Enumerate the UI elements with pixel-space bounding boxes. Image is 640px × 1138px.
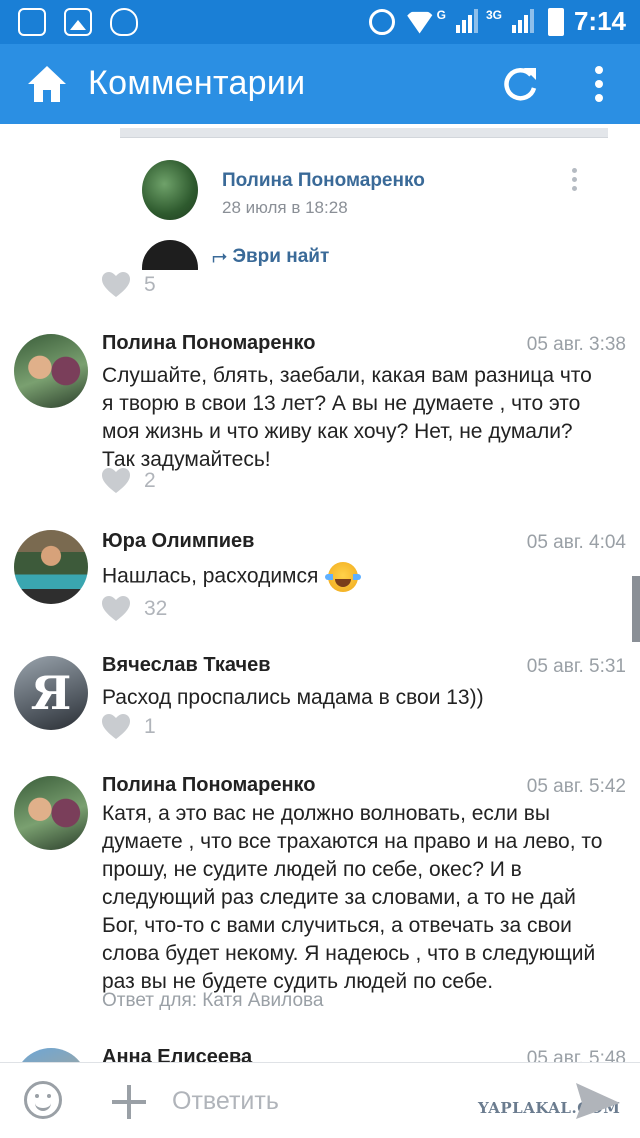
heart-icon [102, 596, 130, 621]
signal-1-icon [455, 8, 482, 35]
wifi-icon [404, 11, 435, 34]
shared-post-preview[interactable]: Полина Пономаренко 28 июля в 18:28 ⮣ Эвр… [120, 124, 608, 270]
avatar[interactable] [14, 334, 88, 408]
like-button[interactable]: 32 [102, 596, 167, 622]
comment-text-line: Бог, что-то с вами случиться, а отвечать… [102, 914, 572, 937]
comment-text-line: Нашлась, расходимся [102, 564, 319, 588]
heart-icon [102, 272, 130, 297]
post-date: 28 июля в 18:28 [222, 198, 348, 217]
comment-text: Катя, а это вас не должно волновать, есл… [102, 800, 626, 996]
network-type-1: G [436, 7, 446, 22]
refresh-icon[interactable] [500, 64, 540, 104]
comment-text: Расход проспались мадама в свои 13)) [102, 686, 484, 709]
smile-icon[interactable] [24, 1081, 62, 1119]
repost-icon: ⮣ [212, 246, 233, 267]
post-more-icon[interactable] [572, 168, 578, 194]
comment-composer: YAPLAKAL.COM [0, 1062, 640, 1138]
reply-to-label[interactable]: Ответ для: Катя Авилова [102, 990, 323, 1012]
comment-text: Нашлась, расходимся [102, 562, 626, 592]
status-bar-indicators: G 3G 7:14 [368, 6, 626, 37]
comment-text-line: слова будет некому. Я надеюсь , что в сл… [102, 942, 596, 965]
post-author[interactable]: Полина Пономаренко [222, 170, 425, 192]
like-button[interactable]: 2 [102, 468, 156, 494]
heart-icon [102, 468, 130, 493]
like-count: 5 [144, 273, 156, 296]
reply-input[interactable] [172, 1083, 452, 1119]
avatar[interactable] [142, 240, 198, 270]
comment-date: 05 авг. 5:42 [526, 776, 626, 797]
comment-text-line: следующий раз следите за словами, а то н… [102, 886, 576, 909]
battery-icon [547, 7, 564, 36]
comment-author[interactable]: Полина Пономаренко [102, 774, 316, 797]
shield-notification-icon [110, 8, 138, 36]
tears-of-joy-emoji-icon [325, 562, 362, 592]
plus-icon[interactable] [112, 1085, 146, 1119]
app-bar: Комментарии [0, 44, 640, 124]
repost-source-name: Эври найт [232, 246, 330, 267]
like-count: 1 [144, 715, 156, 738]
avatar[interactable] [14, 530, 88, 604]
page-title: Комментарии [88, 64, 306, 102]
comment-date: 05 авг. 3:38 [526, 334, 626, 355]
network-type-2: 3G [485, 7, 502, 22]
more-vert-icon[interactable] [584, 62, 614, 106]
comment-text-line: Так задумайтесь! [102, 448, 271, 471]
avatar-letter: Я [30, 666, 72, 720]
comment-date: 05 авг. 5:31 [526, 656, 626, 677]
like-count: 32 [144, 597, 168, 620]
status-bar: G 3G 7:14 [0, 0, 640, 44]
avatar[interactable] [142, 160, 198, 220]
comment-date: 05 авг. 4:04 [526, 532, 626, 553]
divider [120, 128, 608, 138]
comment-author[interactable]: Юра Олимпиев [102, 530, 254, 553]
comment-text: Слушайте, блять, заебали, какая вам разн… [102, 362, 626, 474]
like-count: 2 [144, 469, 156, 492]
like-button[interactable]: 1 [102, 714, 156, 740]
heart-icon [102, 714, 130, 739]
gallery-notification-icon [64, 8, 92, 36]
status-time: 7:14 [573, 6, 626, 36]
avatar[interactable]: Я [14, 656, 88, 730]
app-notification-icon [18, 8, 46, 36]
comment-text-line: моя жизнь и что живу как хочу? Нет, не д… [102, 420, 573, 443]
comment-author[interactable]: Вячеслав Ткачев [102, 654, 271, 677]
home-icon[interactable] [26, 64, 68, 104]
comment-text-line: Слушайте, блять, заебали, какая вам разн… [102, 364, 592, 387]
signal-2-icon [511, 8, 538, 35]
repost-source[interactable]: ⮣ Эври найт [212, 246, 329, 268]
comment-text-line: думаете , что все трахаются на право и н… [102, 830, 603, 853]
comment-author[interactable]: Полина Пономаренко [102, 332, 316, 355]
send-icon[interactable] [574, 1079, 622, 1123]
like-button[interactable]: 5 [102, 272, 156, 298]
scrollbar[interactable] [632, 576, 640, 642]
comment-text-line: Катя, а это вас не должно волновать, есл… [102, 802, 550, 825]
alarm-icon [368, 8, 395, 35]
comment-text-line: я творю в свои 13 лет? А вы не думаете ,… [102, 392, 581, 415]
avatar[interactable] [14, 776, 88, 850]
status-bar-notifications [18, 8, 138, 36]
comment-text-line: прошу, не судите людей по себе, окес? И … [102, 858, 522, 881]
